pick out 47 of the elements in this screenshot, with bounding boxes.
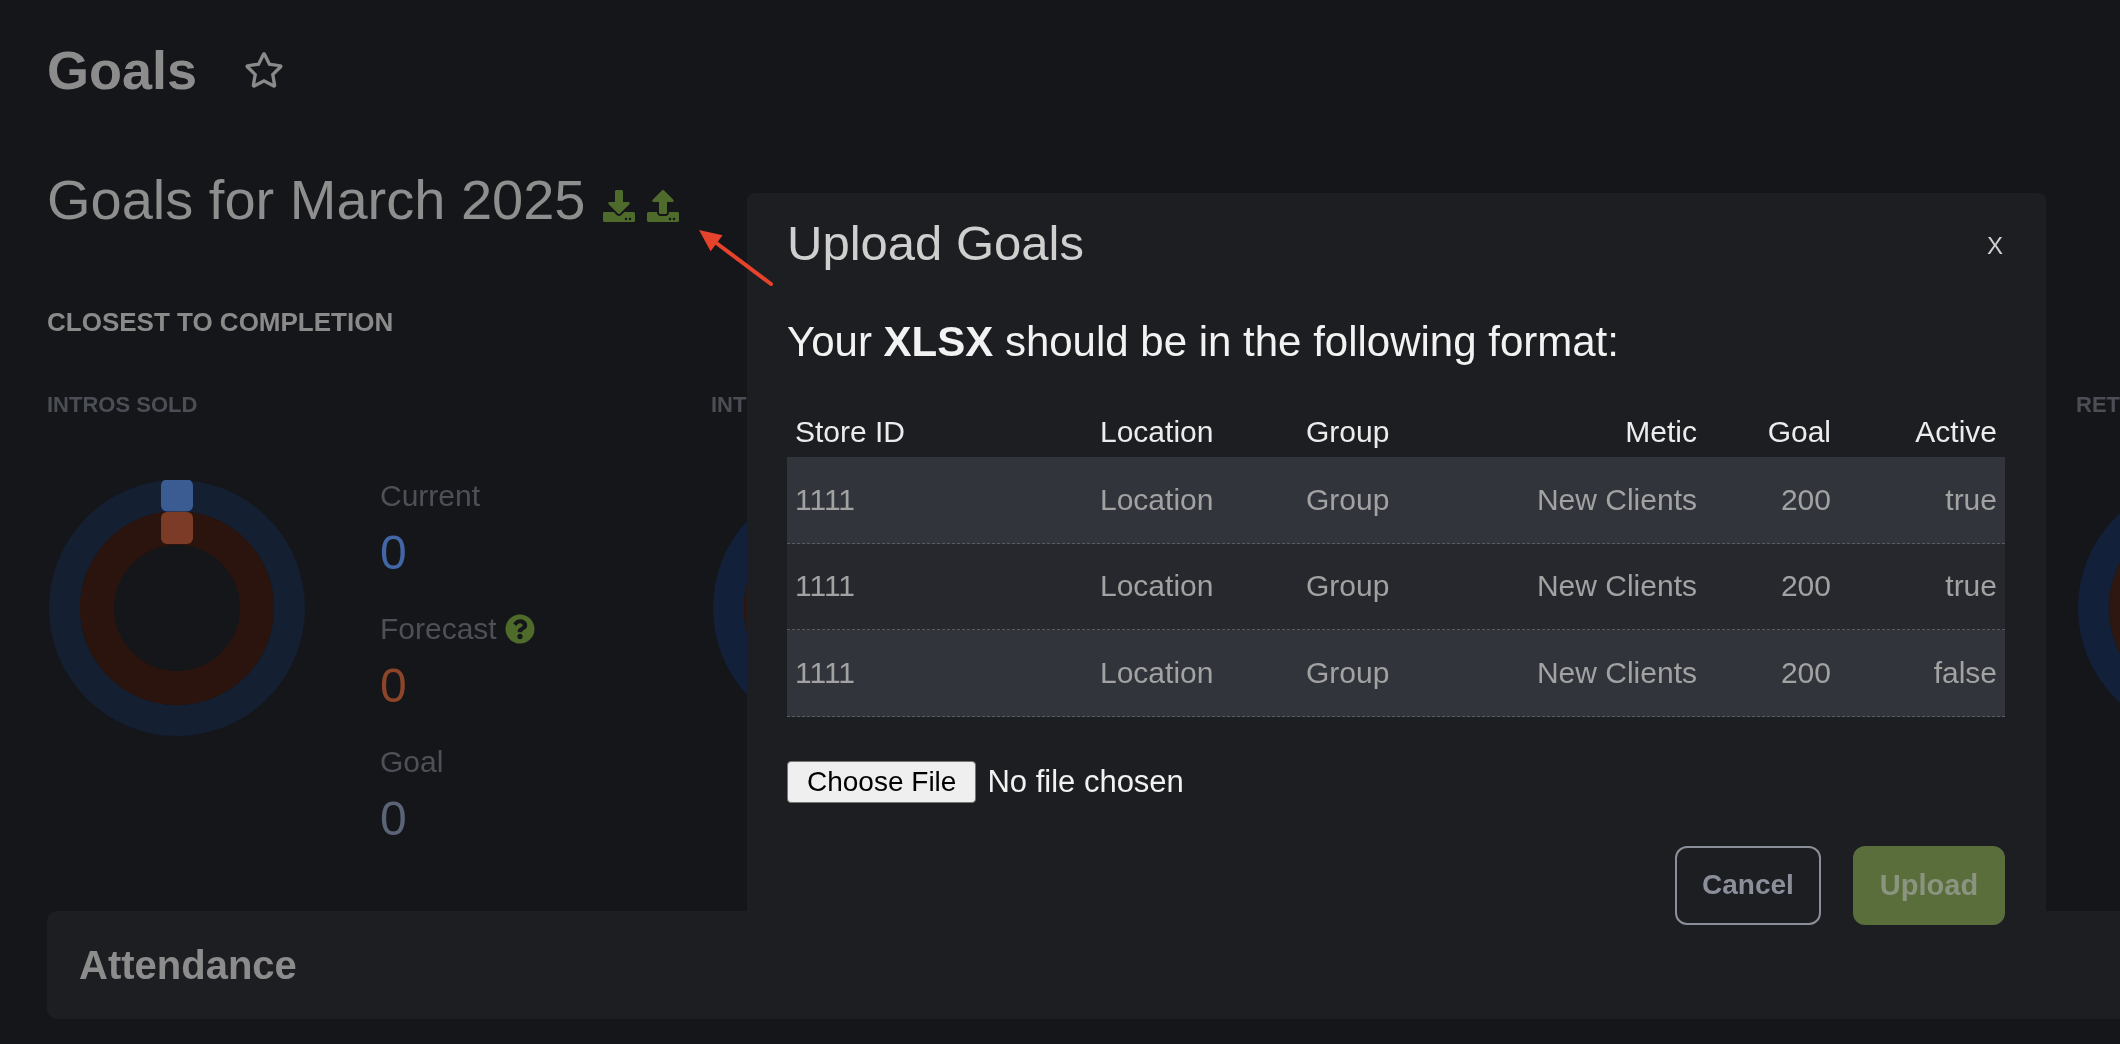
card-title: RET <box>2076 391 2120 419</box>
table-cell-text: Group <box>1305 654 1391 691</box>
stat-label: Forecast <box>380 611 497 647</box>
table-cell-text: New Clients <box>1535 654 1698 691</box>
table-cell-text: New Clients <box>1535 481 1698 518</box>
table-cell-text: Group <box>1305 481 1391 518</box>
column-header: Group <box>1305 414 1391 450</box>
table-cell-text: Location <box>1099 654 1215 691</box>
table-cell-text: Location <box>1099 481 1215 518</box>
upload-icon[interactable] <box>647 190 680 222</box>
column-header: Location <box>1099 414 1215 450</box>
table-cell-text: 1111 <box>794 568 857 605</box>
star-icon[interactable] <box>244 50 285 90</box>
table-cell-text: New Clients <box>1535 568 1698 605</box>
download-icon[interactable] <box>602 190 637 222</box>
page-title: Goals <box>47 41 198 99</box>
panel-title: Attendance <box>79 942 297 988</box>
table-cell-text: false <box>1932 654 1998 691</box>
column-header: Goal <box>1766 414 1832 450</box>
column-header: Metic <box>1624 414 1698 450</box>
stat-label: Current <box>380 478 481 514</box>
file-status-text: No file chosen <box>987 763 1184 800</box>
format-instructions: Your XLSX should be in the following format: <box>787 318 1619 366</box>
table-cell-text: 1111 <box>794 654 857 691</box>
cancel-button[interactable]: Cancel <box>1675 845 1821 925</box>
close-button[interactable]: X <box>1985 232 2005 260</box>
table-cell-text: 200 <box>1779 481 1832 518</box>
dialog-title: Upload Goals <box>787 215 1084 271</box>
table-cell-text: 200 <box>1779 654 1832 691</box>
column-header: Store ID <box>794 414 907 450</box>
table-cell-text: true <box>1944 568 1998 605</box>
section-heading: CLOSEST TO COMPLETION <box>47 306 394 338</box>
choose-file-button[interactable]: Choose File <box>787 760 977 803</box>
card-title: INT <box>711 391 747 419</box>
table-cell-text: true <box>1944 481 1998 518</box>
card-title: INTROS SOLD <box>47 391 198 419</box>
period-title: Goals for March 2025 <box>47 168 586 232</box>
stat-value: 0 <box>380 791 407 847</box>
stat-value: 0 <box>380 658 407 714</box>
stat-value: 0 <box>380 525 407 581</box>
table-cell-text: Location <box>1099 568 1215 605</box>
table-cell-text: 1111 <box>794 481 857 518</box>
column-header: Active <box>1914 414 1998 450</box>
table-cell-text: 200 <box>1779 568 1832 605</box>
table-cell-text: Group <box>1305 568 1391 605</box>
stat-label: Goal <box>380 744 444 780</box>
help-icon[interactable] <box>504 614 535 644</box>
